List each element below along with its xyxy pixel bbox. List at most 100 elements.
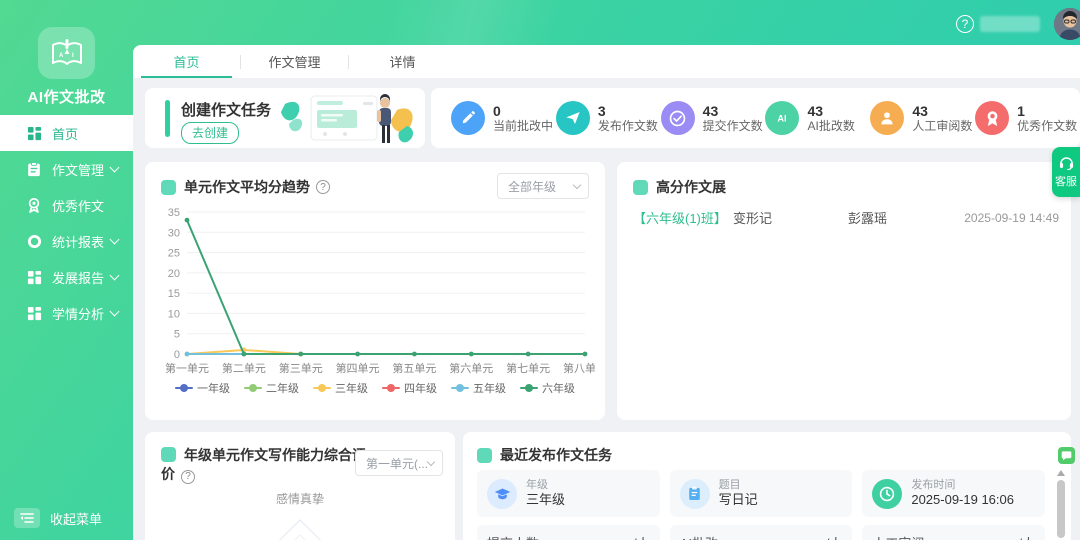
medal2-icon bbox=[975, 101, 1010, 135]
chevron-down-icon bbox=[426, 457, 436, 467]
trend-panel-title: 单元作文平均分趋势 bbox=[184, 179, 310, 195]
svg-text:第四单元: 第四单元 bbox=[336, 361, 380, 375]
check-icon bbox=[660, 101, 695, 135]
task-info-card-1: 题目 写日记 bbox=[669, 470, 853, 517]
sidebar-item-label: 优秀作文 bbox=[52, 198, 105, 214]
sidebar-item-label: 发展报告 bbox=[52, 270, 105, 286]
collapse-icon bbox=[14, 508, 40, 528]
stat-row-unit: /人 bbox=[1018, 533, 1035, 540]
ability-help-icon[interactable]: ? bbox=[181, 469, 195, 484]
stat-value: 3 bbox=[597, 102, 606, 119]
task-stat-row-2: 人工审阅: /人 bbox=[862, 525, 1046, 540]
stat-item-5: 1 优秀作文数 bbox=[975, 101, 1080, 135]
publish-time: 2025-09-19 14:49 bbox=[964, 210, 1059, 225]
chevron-down-icon bbox=[109, 306, 120, 317]
recent-panel-title: 最近发布作文任务 bbox=[500, 447, 612, 463]
svg-text:第二单元: 第二单元 bbox=[222, 361, 266, 375]
main-content: 首页 作文管理 详情 创建作文任务 去创建 0 当前批改中 3 发布作文数 43 提交作文数 A… bbox=[133, 45, 1080, 540]
legend-marker bbox=[382, 384, 400, 392]
customer-service-label: 客服 bbox=[1055, 175, 1077, 188]
sidebar-item-1[interactable]: 作文管理 bbox=[0, 151, 133, 187]
panel-bullet bbox=[161, 179, 176, 195]
stat-item-0: 0 当前批改中 bbox=[451, 101, 556, 135]
svg-text:第五单元: 第五单元 bbox=[392, 361, 436, 375]
legend-item-3[interactable]: 四年级 bbox=[382, 380, 437, 396]
go-create-button[interactable]: 去创建 bbox=[181, 122, 240, 144]
panel-bullet bbox=[161, 447, 176, 462]
tab-0[interactable]: 首页 bbox=[133, 45, 240, 78]
chevron-down-icon bbox=[109, 270, 120, 281]
stat-item-3: AI 43 AI批改数 bbox=[765, 101, 870, 135]
card-label: 年级 bbox=[526, 479, 548, 491]
chart-legend: 一年级 二年级 三年级 四年级 五年级 六年级 bbox=[145, 380, 605, 396]
panel-bullet bbox=[477, 447, 492, 463]
sidebar-item-3[interactable]: 统计报表 bbox=[0, 223, 133, 259]
ring-icon bbox=[26, 233, 42, 249]
ai-icon: AI bbox=[765, 101, 800, 135]
sidebar-item-0[interactable]: 首页 bbox=[0, 115, 133, 151]
svg-text:第八单元: 第八单元 bbox=[563, 361, 595, 375]
legend-item-2[interactable]: 三年级 bbox=[313, 380, 368, 396]
legend-item-5[interactable]: 六年级 bbox=[520, 380, 575, 396]
legend-marker bbox=[244, 384, 262, 392]
svg-text:20: 20 bbox=[168, 268, 180, 280]
headset-icon bbox=[1059, 156, 1073, 170]
tab-bar: 首页 作文管理 详情 bbox=[133, 45, 1080, 78]
help-icon[interactable]: ? bbox=[956, 15, 974, 33]
collapse-label: 收起菜单 bbox=[50, 511, 103, 527]
collapse-menu-button[interactable]: 收起菜单 bbox=[0, 504, 133, 532]
legend-item-0[interactable]: 一年级 bbox=[175, 380, 230, 396]
scroll-thumb[interactable] bbox=[1057, 480, 1065, 538]
card-label: 题目 bbox=[718, 479, 741, 491]
legend-marker bbox=[520, 384, 538, 392]
pencil-icon bbox=[451, 101, 485, 135]
scroll-up-arrow[interactable] bbox=[1057, 470, 1065, 476]
trend-line-chart: 0 5 10 15 20 25 30 35 第一单元 第二单元 第三单元 第四单元 第五单元 第六单元 第七… bbox=[155, 204, 607, 405]
stat-label: 提交作文数 bbox=[702, 118, 763, 133]
medal-icon bbox=[26, 197, 42, 213]
trend-help-icon[interactable]: ? bbox=[316, 180, 330, 194]
card-value: 2025-09-19 16:06 bbox=[911, 492, 1014, 507]
sidebar-menu: 首页作文管理优秀作文统计报表发展报告学情分析 bbox=[0, 115, 133, 331]
sidebar-item-label: 作文管理 bbox=[52, 162, 105, 178]
avatar[interactable] bbox=[1054, 8, 1080, 40]
grid2-icon bbox=[26, 305, 42, 321]
highscore-panel-title: 高分作文展 bbox=[656, 179, 726, 195]
legend-item-4[interactable]: 五年级 bbox=[451, 380, 506, 396]
clipboard-icon bbox=[26, 161, 42, 177]
highscore-row[interactable]: 【六年级(1)班】 变形记 彭露瑶 2025-09-19 14:49 bbox=[633, 208, 1059, 227]
class-name: 【六年级(1)班】 bbox=[633, 211, 727, 226]
stat-value: 0 bbox=[493, 102, 501, 119]
recent-task-cards: 年级 三年级 题目 写日记 发布时间 2025-09-19 16:06 bbox=[477, 470, 1046, 517]
legend-item-1[interactable]: 二年级 bbox=[244, 380, 299, 396]
svg-text:10: 10 bbox=[168, 308, 180, 320]
chat-widget-icon[interactable] bbox=[1058, 447, 1075, 464]
sidebar-item-label: 学情分析 bbox=[52, 306, 105, 322]
panel-bullet bbox=[633, 179, 648, 195]
tab-2[interactable]: 详情 bbox=[349, 45, 456, 78]
plane-icon bbox=[555, 101, 590, 135]
stat-row-label: 提交人数: bbox=[487, 533, 543, 540]
task-stat-row-1: AI批改: /人 bbox=[669, 525, 853, 540]
grade-select[interactable]: 全部年级 bbox=[497, 173, 589, 199]
tab-1[interactable]: 作文管理 bbox=[241, 45, 348, 78]
sidebar-item-4[interactable]: 发展报告 bbox=[0, 259, 133, 295]
stat-row-label: 人工审阅: bbox=[872, 533, 928, 540]
unit-select[interactable]: 第一单元(... bbox=[355, 450, 443, 476]
radar-axis-label: 感情真挚 bbox=[275, 492, 324, 506]
banner-illustration bbox=[281, 94, 413, 143]
essay-title: 变形记 bbox=[733, 211, 773, 226]
sidebar-item-5[interactable]: 学情分析 bbox=[0, 295, 133, 331]
stat-item-2: 43 提交作文数 bbox=[660, 101, 766, 135]
sidebar-item-2[interactable]: 优秀作文 bbox=[0, 187, 133, 223]
stat-row-unit: /人 bbox=[633, 533, 650, 540]
app-logo-icon: A I bbox=[38, 27, 95, 79]
stat-label: 优秀作文数 bbox=[1017, 118, 1078, 133]
recent-task-stats: 提交人数: /人 AI批改: /人 人工审阅: /人 bbox=[477, 525, 1046, 540]
ability-panel: 年级单元作文写作能力综合评价? 第一单元(... 感情真挚 bbox=[145, 432, 455, 540]
person-icon bbox=[870, 101, 905, 135]
high-score-panel: 高分作文展 【六年级(1)班】 变形记 彭露瑶 2025-09-19 14:49 bbox=[617, 162, 1071, 420]
trend-chart-panel: 单元作文平均分趋势 ? 全部年级 0 5 10 15 20 25 30 35 第一单元 第二单元第… bbox=[145, 162, 607, 420]
card-value: 写日记 bbox=[718, 492, 758, 507]
customer-service-button[interactable]: 客服 bbox=[1052, 147, 1080, 197]
